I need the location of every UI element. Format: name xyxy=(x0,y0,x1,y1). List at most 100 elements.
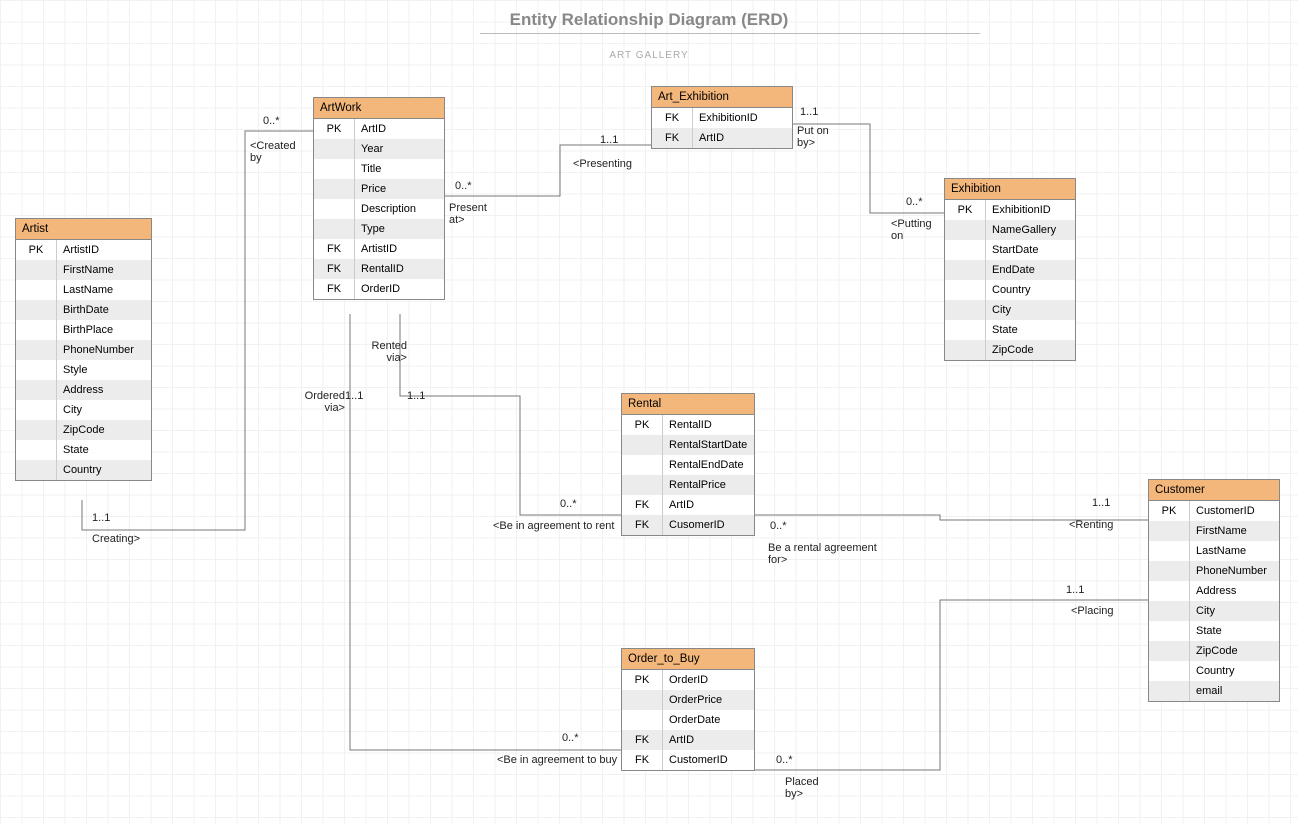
field-cell: OrderPrice xyxy=(663,690,755,710)
field-cell: Country xyxy=(1190,661,1280,681)
entity-artist: Artist PKArtistIDFirstNameLastNameBirthD… xyxy=(15,218,152,481)
key-cell xyxy=(314,139,355,159)
field-cell: RentalStartDate xyxy=(663,435,755,455)
table-row: State xyxy=(16,440,151,460)
field-cell: ArtID xyxy=(355,119,445,139)
table-row: NameGallery xyxy=(945,220,1075,240)
key-cell: PK xyxy=(1149,501,1190,521)
table-row: StartDate xyxy=(945,240,1075,260)
table-row: OrderPrice xyxy=(622,690,754,710)
table-row: FKCusomerID xyxy=(622,515,754,535)
key-cell: PK xyxy=(622,415,663,435)
field-cell: email xyxy=(1190,681,1280,701)
card-rented-via-one: 1..1 xyxy=(407,390,425,402)
key-cell xyxy=(622,690,663,710)
field-cell: Style xyxy=(57,360,152,380)
key-cell xyxy=(16,320,57,340)
key-cell: PK xyxy=(622,670,663,690)
table-row: BirthDate xyxy=(16,300,151,320)
rel-rented-via: Rented via> xyxy=(362,340,407,364)
table-row: FKRentalID xyxy=(314,259,444,279)
key-cell xyxy=(945,260,986,280)
key-cell xyxy=(16,420,57,440)
field-cell: CustomerID xyxy=(1190,501,1280,521)
entity-art-exhibition-header: Art_Exhibition xyxy=(652,87,792,108)
field-cell: EndDate xyxy=(986,260,1076,280)
table-row: Price xyxy=(314,179,444,199)
field-cell: ExhibitionID xyxy=(693,108,793,128)
entity-order-fields: PKOrderIDOrderPriceOrderDateFKArtIDFKCus… xyxy=(622,670,754,770)
table-row: Title xyxy=(314,159,444,179)
field-cell: Country xyxy=(57,460,152,480)
field-cell: PhoneNumber xyxy=(1190,561,1280,581)
table-row: State xyxy=(945,320,1075,340)
table-row: Description xyxy=(314,199,444,219)
diagram-subtitle: ART GALLERY xyxy=(0,50,1298,61)
field-cell: ZipCode xyxy=(57,420,152,440)
key-cell: PK xyxy=(16,240,57,260)
field-cell: FirstName xyxy=(57,260,152,280)
rel-created-by: <Created by xyxy=(250,140,305,164)
card-created-by-many: 0..* xyxy=(263,115,280,127)
table-row: State xyxy=(1149,621,1279,641)
table-row: Address xyxy=(1149,581,1279,601)
table-row: LastName xyxy=(16,280,151,300)
key-cell xyxy=(1149,541,1190,561)
key-cell xyxy=(1149,621,1190,641)
card-renting-one: 1..1 xyxy=(1092,497,1110,509)
entity-customer-fields: PKCustomerIDFirstNameLastNamePhoneNumber… xyxy=(1149,501,1279,701)
field-cell: ZipCode xyxy=(986,340,1076,360)
card-placed-by-many: 0..* xyxy=(776,754,793,766)
field-cell: City xyxy=(1190,601,1280,621)
entity-rental-fields: PKRentalIDRentalStartDateRentalEndDateRe… xyxy=(622,415,754,535)
field-cell: Price xyxy=(355,179,445,199)
key-cell xyxy=(945,320,986,340)
field-cell: Type xyxy=(355,219,445,239)
table-row: FKExhibitionID xyxy=(652,108,792,128)
erd-canvas: Entity Relationship Diagram (ERD) ART GA… xyxy=(0,0,1298,824)
rel-present-at: Present at> xyxy=(449,202,499,226)
key-cell: FK xyxy=(622,495,663,515)
field-cell: OrderID xyxy=(663,670,755,690)
key-cell xyxy=(945,340,986,360)
key-cell xyxy=(314,159,355,179)
key-cell xyxy=(622,475,663,495)
rel-put-on-by: Put on by> xyxy=(797,125,842,149)
entity-exhibition: Exhibition PKExhibitionIDNameGalleryStar… xyxy=(944,178,1076,361)
field-cell: OrderID xyxy=(355,279,445,299)
card-presenting-one: 1..1 xyxy=(600,134,618,146)
table-row: City xyxy=(16,400,151,420)
rel-ordered-via: Ordered via> xyxy=(290,390,345,414)
field-cell: State xyxy=(1190,621,1280,641)
field-cell: ZipCode xyxy=(1190,641,1280,661)
rel-placing: <Placing xyxy=(1071,605,1114,617)
rel-putting-on: <Putting on xyxy=(891,218,941,242)
field-cell: CustomerID xyxy=(663,750,755,770)
entity-exhibition-header: Exhibition xyxy=(945,179,1075,200)
table-row: PhoneNumber xyxy=(1149,561,1279,581)
key-cell: FK xyxy=(622,515,663,535)
key-cell xyxy=(622,710,663,730)
field-cell: NameGallery xyxy=(986,220,1076,240)
entity-artwork-header: ArtWork xyxy=(314,98,444,119)
key-cell xyxy=(314,179,355,199)
table-row: Country xyxy=(1149,661,1279,681)
card-ordered-via-one: 1..1 xyxy=(345,390,363,402)
key-cell: FK xyxy=(622,750,663,770)
rel-placed-by: Placed by> xyxy=(785,776,835,800)
field-cell: ArtID xyxy=(693,128,793,148)
table-row: FKArtID xyxy=(622,495,754,515)
key-cell: FK xyxy=(314,239,355,259)
table-row: City xyxy=(1149,601,1279,621)
field-cell: ArtistID xyxy=(355,239,445,259)
table-row: Country xyxy=(945,280,1075,300)
field-cell: Year xyxy=(355,139,445,159)
entity-artist-fields: PKArtistIDFirstNameLastNameBirthDateBirt… xyxy=(16,240,151,480)
card-present-at-many: 0..* xyxy=(455,180,472,192)
key-cell: FK xyxy=(622,730,663,750)
entity-art-exhibition-fields: FKExhibitionIDFKArtID xyxy=(652,108,792,148)
table-row: OrderDate xyxy=(622,710,754,730)
table-row: Year xyxy=(314,139,444,159)
field-cell: ArtID xyxy=(663,495,755,515)
key-cell xyxy=(1149,681,1190,701)
